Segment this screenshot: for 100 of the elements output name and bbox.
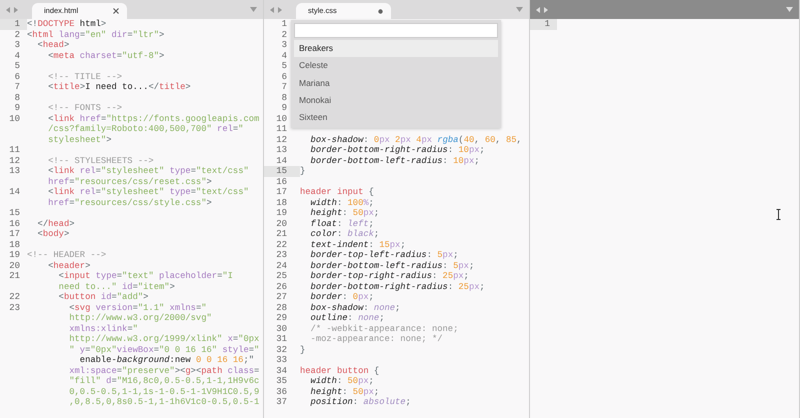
line-number: 5 [14, 61, 21, 72]
code-line: <meta charset="utf-8"> [47, 50, 164, 61]
code-line: border-top-left-radius: 5px; [310, 250, 458, 260]
text-cursor-icon [776, 209, 781, 220]
line-number: 1 [530, 19, 557, 30]
dropdown-arrow-icon[interactable] [250, 7, 257, 12]
code-line: need to..." id="item"> [58, 282, 175, 292]
code-line: border-bottom-left-radius: 10px; [310, 156, 480, 166]
line-number: 8 [14, 92, 21, 103]
line-number: 29 [275, 313, 288, 324]
line-number: 15 [8, 208, 21, 218]
code-line: <input type="text" placeholder="I [58, 271, 233, 282]
code-line: <title>I need to...</title> [47, 82, 191, 92]
left-arrow-icon[interactable] [6, 6, 10, 12]
code-line: href="resources/css/reset.css"> [47, 176, 212, 187]
code-line: } [300, 166, 306, 176]
line-number: 33 [275, 355, 288, 366]
line-number: 13 [8, 166, 21, 176]
code-line: stylesheet"> [47, 134, 112, 145]
line-number: 9 [280, 103, 288, 114]
line-number: 17 [8, 229, 21, 240]
code-line: xmlns:xlink=" [68, 324, 138, 334]
code-line: outline: none; [310, 313, 384, 324]
left-arrow-icon[interactable] [536, 6, 540, 12]
code-line: http://www.w3.org/2000/svg" [68, 313, 212, 324]
code-line: <body> [36, 229, 70, 240]
theme-option[interactable]: Monokai [294, 92, 498, 110]
code-line: <link rel="stylesheet" type="text/css" [47, 187, 249, 198]
theme-option[interactable]: Sixteen [294, 109, 498, 126]
code-line: border: 0px; [310, 292, 374, 302]
code-line: height: 50px; [310, 386, 380, 397]
code-line: box-shadow: none; [310, 302, 400, 313]
line-number: 2 [14, 30, 21, 40]
code-line: float: left; [310, 218, 374, 229]
code-line: <button id="add"> [58, 292, 148, 302]
code-line: <!-- FONTS --> [47, 103, 122, 114]
right-arrow-icon[interactable] [278, 6, 282, 12]
close-icon[interactable] [113, 8, 119, 14]
line-number: 4 [14, 50, 21, 61]
line-number: 22 [8, 292, 21, 302]
line-number: 8 [280, 92, 288, 103]
code-line: width: 100%; [310, 198, 374, 208]
dropdown-arrow-icon[interactable] [786, 7, 793, 12]
line-number: 11 [275, 124, 288, 134]
line-number: 12 [8, 156, 21, 166]
code-line: 0,0.5-0.5,1-1,1s-1-0.5-1-1V9H1C0.5,9 [68, 386, 260, 397]
code-line: <!-- HEADER --> [27, 250, 106, 260]
line-number: 13 [275, 145, 288, 156]
code-line: <!DOCTYPE html> [27, 19, 106, 30]
search-field[interactable] [294, 23, 498, 38]
code-line: <svg version="1.1" xmlns=" [68, 302, 207, 313]
unsaved-dot-icon [378, 8, 383, 14]
line-number: 21 [8, 271, 21, 282]
theme-option[interactable]: Celeste [294, 57, 498, 75]
line-number: 5 [280, 61, 288, 72]
line-number: 1 [280, 19, 288, 30]
code-line: "fill" d="M16,8c0,0.5-0.5,1-1,1H9v6c [68, 376, 260, 386]
line-number: 24 [275, 260, 288, 271]
code-line: ,0,8.5,0,8s0.5-1,1-1h6V1c0-0.5,0.5-1 [68, 397, 260, 408]
line-number: 1 [0, 19, 27, 30]
line-number: 14 [8, 187, 21, 198]
code-line: /css?family=Roboto:400,500,700" rel=" [47, 124, 244, 134]
dropdown-arrow-icon[interactable] [516, 7, 523, 12]
line-number: 19 [275, 208, 288, 218]
line-number: 18 [275, 198, 288, 208]
theme-option[interactable]: Breakers [294, 40, 498, 58]
code-line: <header> [47, 260, 90, 271]
code-line: -moz-appearance: none; */ [310, 334, 443, 344]
line-number: 20 [8, 260, 21, 271]
line-number: 22 [275, 240, 288, 250]
code-line: <link rel="stylesheet" type="text/css" [47, 166, 249, 176]
code-line: } [300, 344, 306, 355]
code-line: height: 50px; [310, 208, 380, 218]
line-number: 16 [8, 218, 21, 229]
code-line: header button { [300, 366, 380, 376]
code-line: http://www.w3.org/1999/xlink" x="0px [68, 334, 260, 344]
line-number: 17 [275, 187, 288, 198]
line-number: 2 [280, 30, 288, 40]
right-arrow-icon[interactable] [544, 6, 548, 12]
code-line: enable-background:new 0 0 16 16;" [78, 355, 254, 366]
line-number: 20 [275, 218, 288, 229]
code-line: " y="0px"viewBox="0 0 16 16" style=" [68, 344, 260, 355]
line-number: 32 [275, 344, 288, 355]
line-number: 28 [275, 302, 288, 313]
line-number: 10 [8, 114, 21, 124]
code-line: <head> [36, 40, 70, 50]
line-number: 23 [8, 302, 21, 313]
line-number: 7 [280, 82, 288, 92]
code-line: border-bottom-right-radius: 10px; [310, 145, 485, 156]
code-line: xml:space="preserve"><g><path class= [68, 366, 260, 376]
line-number: 15 [264, 166, 300, 176]
line-number: 18 [8, 240, 21, 250]
left-arrow-icon[interactable] [270, 6, 274, 12]
line-number: 4 [280, 50, 288, 61]
line-number: 34 [275, 366, 288, 376]
line-number: 19 [8, 250, 21, 260]
theme-option[interactable]: Mariana [294, 74, 498, 92]
line-number: 36 [275, 386, 288, 397]
line-number: 6 [14, 72, 21, 82]
right-arrow-icon[interactable] [14, 6, 18, 12]
